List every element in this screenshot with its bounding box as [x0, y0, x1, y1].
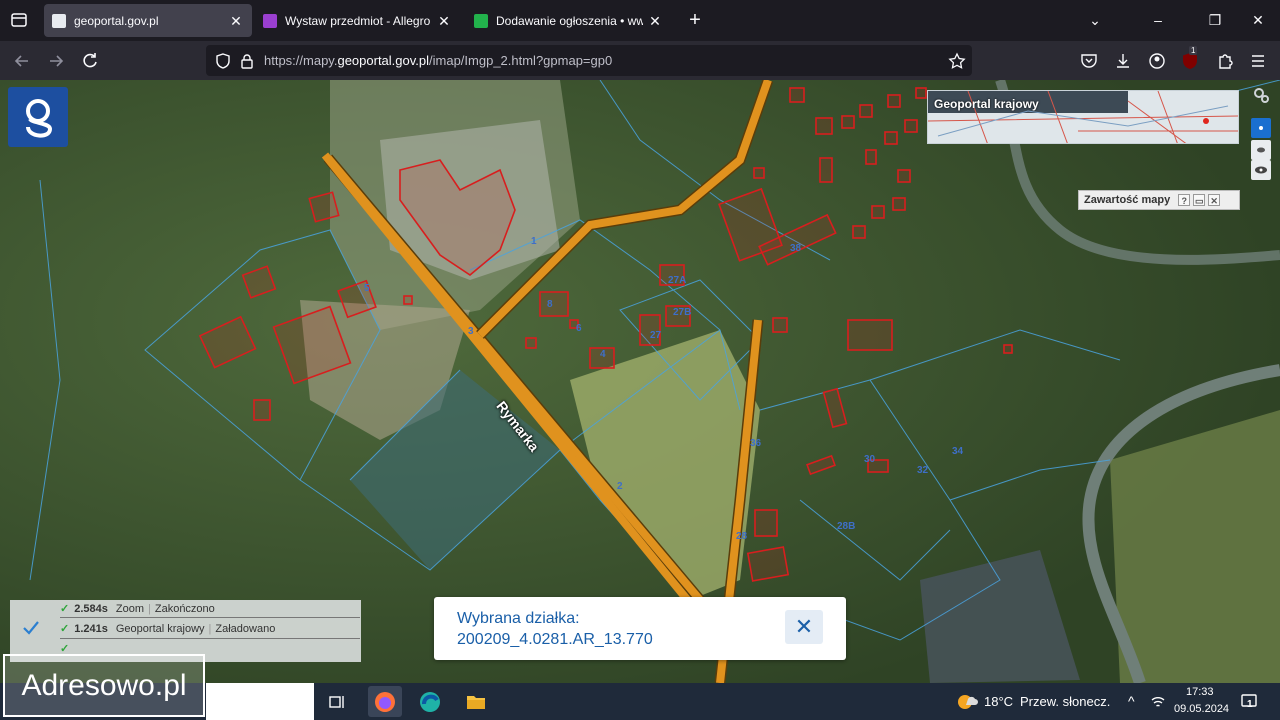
map-viewport[interactable]: 1 3 5 6 8 4 27A 27B 27 38 36 2 30 32 34 … [0, 80, 1280, 683]
visibility-button[interactable] [1251, 160, 1271, 180]
weather-temperature[interactable]: 18°C [984, 694, 1013, 709]
check-icon: ✓ [60, 623, 70, 635]
eye-icon [1255, 166, 1267, 174]
geoportal-favicon-icon [52, 13, 66, 28]
geoportal-logo[interactable] [8, 87, 68, 147]
layers-tool-button[interactable] [1251, 85, 1271, 105]
close-panel-button[interactable]: ✕ [1208, 194, 1221, 206]
extension-badge: 1 [1189, 46, 1198, 55]
reload-icon [83, 53, 97, 68]
olx-favicon-icon [474, 13, 488, 28]
taskbar-firefox[interactable] [368, 686, 402, 717]
navigation-toolbar: https://mapy.geoportal.gov.pl/imap/Imgp_… [0, 41, 1280, 80]
dot-icon [1259, 126, 1263, 130]
task-view-button[interactable] [320, 686, 354, 717]
ublock-extension-button[interactable]: 1 [1180, 46, 1200, 71]
tab-title: Dodawanie ogłoszenia • www.o [496, 13, 643, 28]
popup-close-button[interactable]: ✕ [785, 610, 823, 644]
notification-center-button[interactable]: 1 [1240, 692, 1260, 712]
bookmark-star-icon[interactable] [948, 52, 966, 70]
list-all-tabs-button[interactable]: ⌄ [1082, 8, 1108, 32]
edge-icon [420, 691, 440, 712]
back-arrow-icon [14, 55, 28, 67]
forward-button[interactable] [44, 49, 68, 73]
minimize-button[interactable]: – [1145, 8, 1171, 32]
allegro-favicon-icon [263, 13, 277, 28]
extensions-puzzle-icon[interactable] [1215, 51, 1235, 71]
address-bar[interactable]: https://mapy.geoportal.gov.pl/imap/Imgp_… [206, 45, 972, 76]
view-mode-button[interactable] [1251, 140, 1271, 160]
overview-label: Geoportal krajowy [934, 97, 1039, 111]
tab-strip: geoportal.gov.pl ✕ Wystaw przedmiot - Al… [0, 0, 1280, 41]
gear-tool-icon [1254, 88, 1269, 103]
lock-icon[interactable] [238, 52, 256, 70]
checkmark-icon [23, 621, 39, 635]
log-row: ✓ 2.584s Zoom | Zakończono [60, 603, 215, 615]
close-tab-icon[interactable]: ✕ [228, 13, 244, 29]
clock-date[interactable]: 09.05.2024 [1174, 703, 1229, 715]
restore-button[interactable]: ❐ [1202, 8, 1228, 32]
task-view-icon [329, 695, 344, 708]
log-row: ✓ 1.241s Geoportal krajowy | Załadowano [60, 623, 276, 635]
map-contents-panel[interactable]: Zawartość mapy ? ▭ ✕ [1078, 190, 1240, 210]
tab-title: geoportal.gov.pl [74, 13, 159, 28]
popup-title: Wybrana działka: [457, 610, 580, 627]
back-button[interactable] [10, 49, 34, 73]
url-text[interactable]: https://mapy.geoportal.gov.pl/imap/Imgp_… [264, 53, 612, 68]
eye-small-icon [1257, 147, 1265, 153]
downloads-icon[interactable] [1113, 51, 1133, 71]
parcel-id[interactable]: 200209_4.0281.AR_13.770 [457, 631, 653, 649]
clock-time[interactable]: 17:33 [1186, 686, 1214, 698]
help-button[interactable]: ? [1178, 194, 1191, 206]
minimize-panel-button[interactable]: ▭ [1193, 194, 1206, 206]
close-window-button[interactable]: ✕ [1245, 8, 1271, 32]
tracking-shield-icon[interactable] [214, 52, 232, 70]
check-icon: ✓ [60, 603, 70, 615]
adresowo-watermark: Adresowo.pl [3, 654, 205, 717]
overview-minimap[interactable]: Geoportal krajowy [927, 90, 1239, 144]
selected-parcel-popup: Wybrana działka: 200209_4.0281.AR_13.770… [434, 597, 846, 660]
tab-list-button[interactable] [8, 9, 30, 31]
forward-arrow-icon [50, 55, 64, 67]
folder-icon [467, 695, 485, 709]
tray-overflow-chevron[interactable]: ^ [1128, 693, 1135, 709]
close-tab-icon[interactable]: ✕ [436, 13, 452, 29]
firefox-icon [375, 691, 395, 712]
tab-allegro[interactable]: Wystaw przedmiot - Allegro Lok ✕ [255, 4, 460, 37]
weather-sun-icon[interactable] [954, 690, 978, 714]
aerial-map-canvas[interactable] [0, 80, 1280, 683]
weather-description[interactable]: Przew. słonecz. [1020, 694, 1110, 709]
notification-count: 1 [1247, 699, 1253, 710]
pocket-icon[interactable] [1079, 51, 1099, 71]
hamburger-menu-icon[interactable] [1248, 51, 1268, 71]
new-tab-button[interactable]: + [683, 8, 707, 32]
loading-status-log: ✓ 2.584s Zoom | Zakończono ✓ 1.241s Geoportal … [10, 600, 361, 662]
close-tab-icon[interactable]: ✕ [647, 13, 663, 29]
taskbar-search-box[interactable] [206, 683, 314, 720]
tab-title: Wystaw przedmiot - Allegro Lok [285, 13, 432, 28]
view-mode-button-active[interactable] [1251, 118, 1271, 138]
account-icon[interactable] [1147, 51, 1167, 71]
reload-button[interactable] [78, 49, 102, 73]
tab-ogloszenia[interactable]: Dodawanie ogłoszenia • www.o ✕ [466, 4, 671, 37]
tab-list-icon [11, 13, 27, 27]
wifi-icon[interactable] [1150, 694, 1166, 710]
map-contents-title: Zawartość mapy [1084, 194, 1171, 206]
taskbar-edge[interactable] [413, 686, 447, 717]
tab-geoportal[interactable]: geoportal.gov.pl ✕ [44, 4, 252, 37]
taskbar-file-explorer[interactable] [459, 686, 493, 717]
geoportal-g-icon [26, 99, 53, 138]
